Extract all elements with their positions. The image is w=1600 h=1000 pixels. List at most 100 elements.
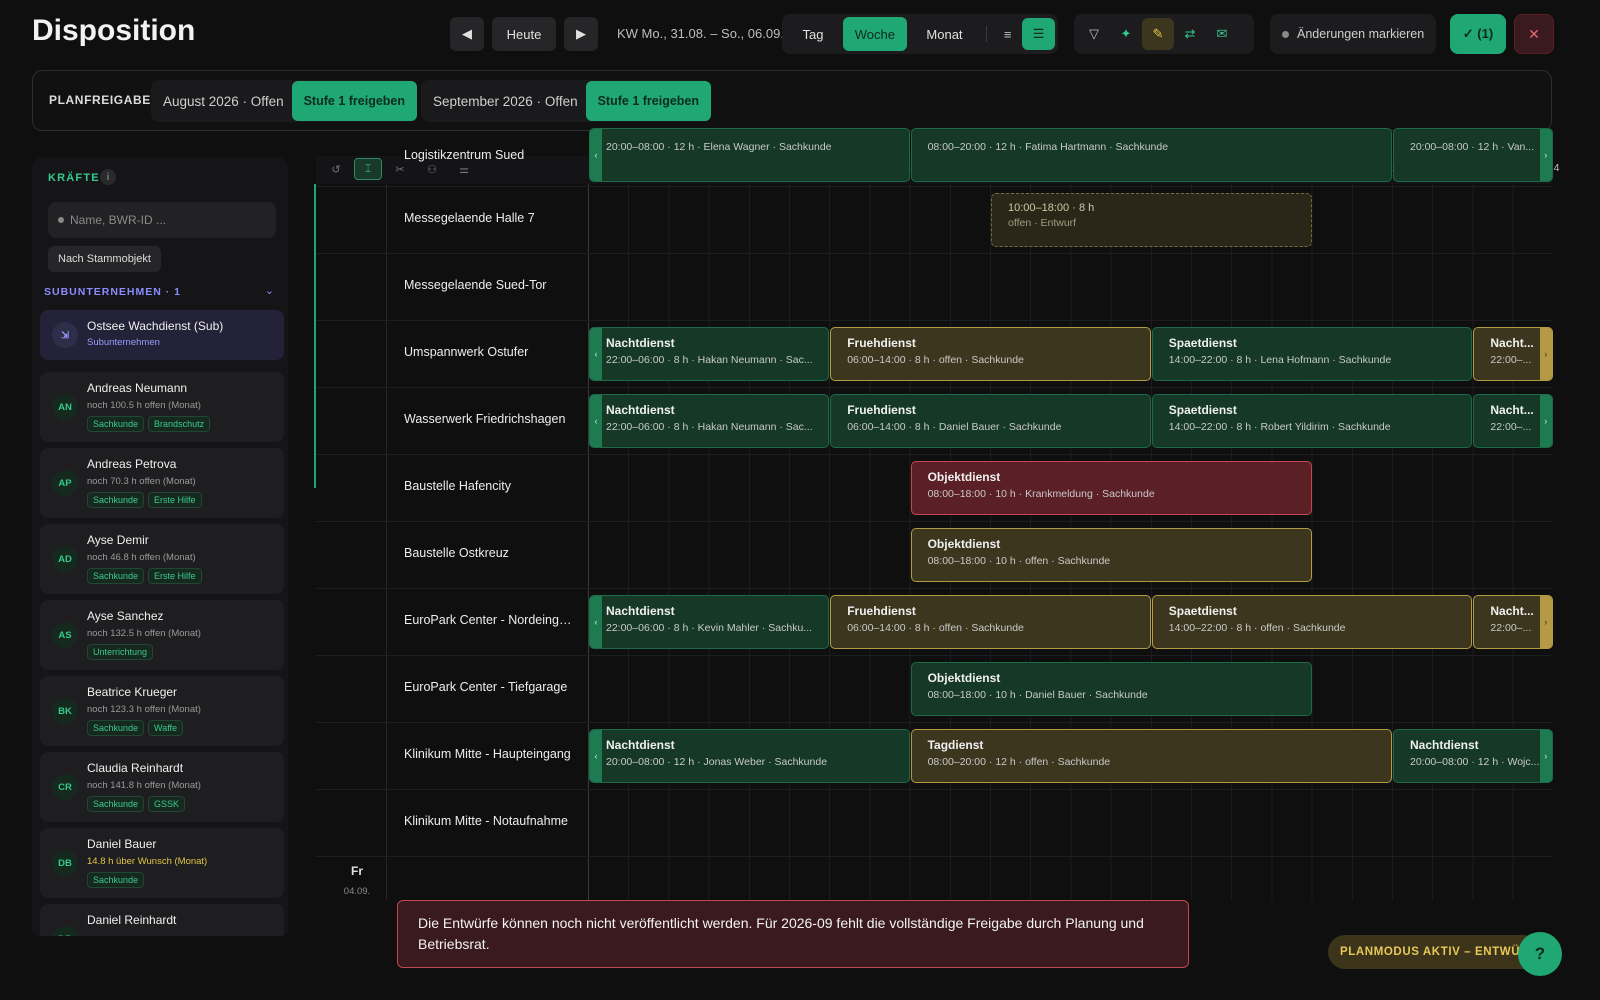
shift-block[interactable]: ‹ 20:00–08:00 · 12 h · Elena Wagner · Sac…	[589, 128, 910, 182]
shift-block[interactable]: › Nacht... 22:00–...	[1473, 394, 1553, 448]
shift-block[interactable]: Fruehdienst 06:00–14:00 · 8 h · offen · S…	[830, 327, 1151, 381]
staff-card[interactable]: DB Daniel Bauer 14.8 h über Wunsch (Monat)…	[40, 828, 284, 898]
timeline-row: Messegelaende Halle 7 10:00–18:00 · 8 h of…	[316, 187, 1552, 254]
staff-card[interactable]: CR Claudia Reinhardt noch 141.8 h offen (M…	[40, 752, 284, 822]
avatar: AS	[52, 622, 78, 648]
list-view-icon[interactable]: ≡	[993, 18, 1022, 50]
view-tab-week[interactable]: Woche	[843, 17, 907, 51]
view-switcher: Tag Woche Monat ≡ ☰	[782, 14, 1058, 54]
plan-month-september: September 2026 · Offen Stufe 1 freigeben	[421, 80, 712, 122]
shift-block[interactable]: Tagdienst 08:00–20:00 · 12 h · offen · Sa…	[910, 729, 1392, 783]
prev-week-button[interactable]: ◀	[450, 17, 484, 51]
mark-changes-toggle[interactable]: Änderungen markieren	[1270, 14, 1436, 54]
object-label[interactable]: Klinikum Mitte - Haupteingang	[404, 747, 574, 761]
staff-name: Ayse Sanchez	[87, 609, 164, 623]
shift-block[interactable]: Objektdienst 08:00–18:00 · 10 h · offen ·…	[910, 528, 1312, 582]
qualification-tag: Sachkunde	[87, 416, 145, 432]
shift-detail: offen · Entwurf	[1008, 217, 1077, 229]
filter-by-base-object-chip[interactable]: Nach Stammobjekt	[48, 246, 161, 272]
qualification-tag: Unterrichtung	[87, 644, 154, 660]
shift-detail: 08:00–18:00 · 10 h · offen · Sachkunde	[927, 555, 1111, 567]
shift-title: Nachtdienst	[1410, 738, 1479, 752]
filter-icon[interactable]: ▽	[1078, 18, 1110, 50]
chevron-left-icon[interactable]: ‹	[590, 730, 602, 782]
release-stage1-button[interactable]: Stufe 1 freigeben	[291, 81, 418, 121]
object-label[interactable]: Messegelaende Sued-Tor	[404, 278, 574, 292]
mail-icon[interactable]: ✉	[1206, 18, 1238, 50]
sort-list-icon[interactable]: ☰	[1022, 18, 1055, 50]
subcontractors-header[interactable]: SUBUNTERNEHMEN · 1	[44, 286, 181, 298]
shift-block[interactable]: Spaetdienst 14:00–22:00 · 8 h · Robert Yi…	[1151, 394, 1473, 448]
object-label[interactable]: Messegelaende Halle 7	[404, 211, 574, 225]
chevron-left-icon[interactable]: ‹	[590, 596, 602, 648]
shift-detail: 06:00–14:00 · 8 h · offen · Sachkunde	[847, 354, 1024, 366]
chevron-left-icon[interactable]: ‹	[590, 129, 602, 181]
object-label[interactable]: Baustelle Hafencity	[404, 479, 574, 493]
shift-block[interactable]: › Nacht... 22:00–...	[1473, 327, 1553, 381]
chevron-right-icon[interactable]: ›	[1539, 328, 1552, 380]
shift-title: Spaetdienst	[1168, 604, 1237, 618]
swap-icon[interactable]: ⇄	[1174, 18, 1206, 50]
subcontractor-card[interactable]: ⇲ Ostsee Wachdienst (Sub) Subunternehmen	[40, 310, 284, 360]
shift-block[interactable]: ‹ Nachtdienst 20:00–08:00 · 12 h · Jonas W…	[589, 729, 910, 783]
chevron-right-icon[interactable]: ›	[1539, 129, 1552, 181]
chevron-right-icon[interactable]: ›	[1539, 395, 1552, 447]
edit-note-icon[interactable]: ✎	[1142, 18, 1174, 50]
shift-block[interactable]: ‹ Nachtdienst 22:00–06:00 · 8 h · Kevin Ma…	[589, 595, 830, 649]
staff-card[interactable]: DR Daniel Reinhardt	[40, 904, 284, 936]
magic-wand-icon[interactable]: ✦	[1110, 18, 1142, 50]
chevron-right-icon[interactable]: ›	[1539, 730, 1552, 782]
chevron-down-icon[interactable]: ⌄	[265, 284, 274, 297]
object-label[interactable]: Logistikzentrum Sued	[404, 148, 574, 162]
chevron-left-icon[interactable]: ‹	[590, 328, 602, 380]
shift-block[interactable]: › 20:00–08:00 · 12 h · Van...	[1393, 128, 1553, 182]
shift-block[interactable]: Objektdienst 08:00–18:00 · 10 h · Krankme…	[910, 461, 1312, 515]
shift-block[interactable]: ‹ Nachtdienst 22:00–06:00 · 8 h · Hakan Ne…	[589, 327, 830, 381]
shift-block[interactable]: Fruehdienst 06:00–14:00 · 8 h · Daniel Ba…	[830, 394, 1151, 448]
object-label[interactable]: Umspannwerk Ostufer	[404, 345, 574, 359]
shift-block[interactable]: ‹ Nachtdienst 22:00–06:00 · 8 h · Hakan Ne…	[589, 394, 830, 448]
view-divider	[986, 26, 988, 42]
today-button[interactable]: Heute	[492, 17, 556, 51]
release-stage1-button[interactable]: Stufe 1 freigeben	[585, 81, 712, 121]
staff-hours: noch 132.5 h offen (Monat)	[87, 628, 201, 639]
staff-hours: 14.8 h über Wunsch (Monat)	[87, 856, 208, 867]
staff-search-input[interactable]: Name, BWR-ID ...	[48, 202, 276, 238]
shift-block[interactable]: Fruehdienst 06:00–14:00 · 8 h · offen · S…	[830, 595, 1151, 649]
plan-month-label: August 2026 · Offen	[163, 93, 284, 109]
qualification-tags: Sachkunde	[87, 872, 145, 888]
staff-card[interactable]: BK Beatrice Krueger noch 123.3 h offen (Mo…	[40, 676, 284, 746]
shift-block[interactable]: Objektdienst 08:00–18:00 · 10 h · Daniel …	[910, 662, 1312, 716]
timeline-row: Klinikum Mitte - Notaufnahme	[316, 790, 1552, 857]
shift-title: Nachtdienst	[606, 738, 675, 752]
staff-card[interactable]: AN Andreas Neumann noch 100.5 h offen (Mon…	[40, 372, 284, 442]
object-label[interactable]: Klinikum Mitte - Notaufnahme	[404, 814, 574, 828]
shift-title: Nachtdienst	[606, 403, 675, 417]
object-label[interactable]: Wasserwerk Friedrichshagen	[404, 412, 574, 426]
shift-block[interactable]: 08:00–20:00 · 12 h · Fatima Hartmann · S…	[910, 128, 1392, 182]
object-label[interactable]: Baustelle Ostkreuz	[404, 546, 574, 560]
chevron-left-icon[interactable]: ‹	[590, 395, 602, 447]
error-toast: Die Entwürfe können noch nicht veröffent…	[397, 900, 1189, 968]
object-label[interactable]: EuroPark Center - Nordeingang	[404, 613, 574, 627]
object-label[interactable]: EuroPark Center - Tiefgarage	[404, 680, 574, 694]
discard-button[interactable]: ✕	[1514, 14, 1554, 54]
confirm-changes-button[interactable]: ✓ (1)	[1450, 14, 1506, 54]
view-tab-month[interactable]: Monat	[909, 17, 980, 51]
staff-card[interactable]: AD Ayse Demir noch 46.8 h offen (Monat) Sac…	[40, 524, 284, 594]
staff-card[interactable]: AP Andreas Petrova noch 70.3 h offen (Mona…	[40, 448, 284, 518]
shift-block[interactable]: › Nachtdienst 20:00–08:00 · 12 h · Wojc...	[1393, 729, 1553, 783]
shift-block[interactable]: › Nacht... 22:00–...	[1473, 595, 1553, 649]
shift-block[interactable]: 10:00–18:00 · 8 h offen · Entwurf	[991, 193, 1312, 247]
help-button[interactable]: ?	[1518, 932, 1562, 976]
info-icon[interactable]: i	[100, 169, 116, 185]
staff-card[interactable]: AS Ayse Sanchez noch 132.5 h offen (Monat)…	[40, 600, 284, 670]
shift-block[interactable]: Spaetdienst 14:00–22:00 · 8 h · offen · S…	[1151, 595, 1473, 649]
shift-detail: 20:00–08:00 · 12 h · Van...	[1410, 141, 1535, 153]
shift-title: Objektdienst	[927, 671, 1001, 685]
view-tab-day[interactable]: Tag	[785, 17, 841, 51]
chevron-right-icon[interactable]: ›	[1539, 596, 1552, 648]
shift-block[interactable]: Spaetdienst 14:00–22:00 · 8 h · Lena Hofm…	[1151, 327, 1473, 381]
avatar: AP	[52, 470, 78, 496]
next-week-button[interactable]: ▶	[564, 17, 598, 51]
